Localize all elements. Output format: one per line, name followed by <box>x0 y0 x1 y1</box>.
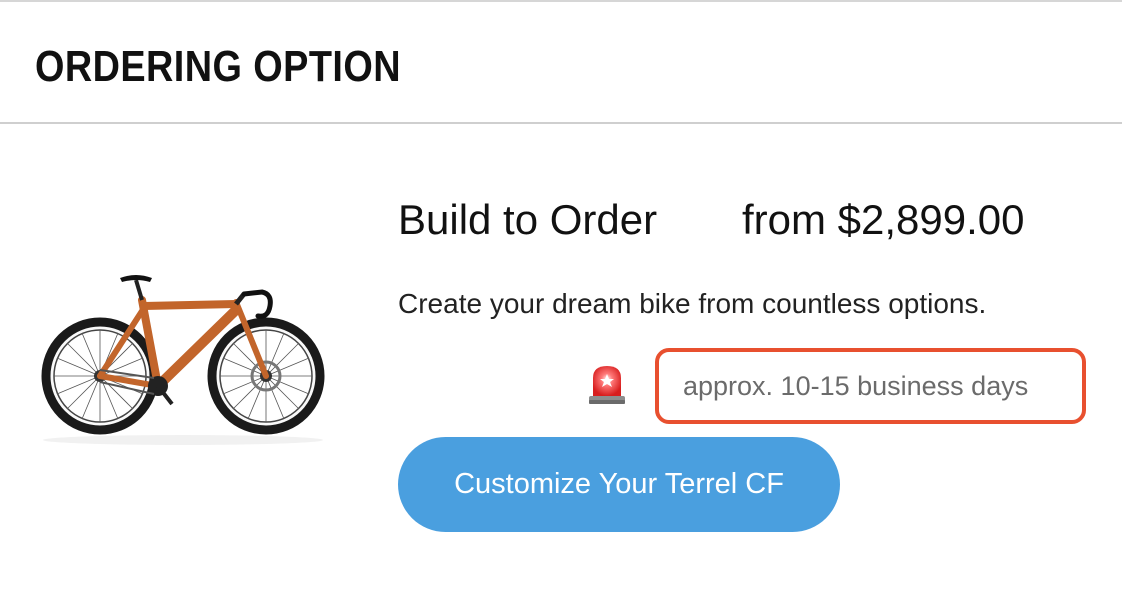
customize-button-label: Customize Your Terrel CF <box>454 468 784 500</box>
siren-icon <box>587 362 627 408</box>
section-header: ORDERING OPTION <box>0 2 1122 124</box>
page-title: ORDERING OPTION <box>35 42 401 91</box>
bike-illustration <box>41 275 325 445</box>
option-title: Build to Order <box>398 196 658 243</box>
lead-time-box: approx. 10-15 business days <box>655 348 1086 424</box>
customize-button[interactable]: Customize Your Terrel CF <box>398 437 840 532</box>
product-image <box>40 270 330 450</box>
option-price: from $2,899.00 <box>742 196 1025 243</box>
option-description: Create your dream bike from countless op… <box>398 288 987 319</box>
lead-time-text: approx. 10-15 business days <box>683 370 1029 401</box>
